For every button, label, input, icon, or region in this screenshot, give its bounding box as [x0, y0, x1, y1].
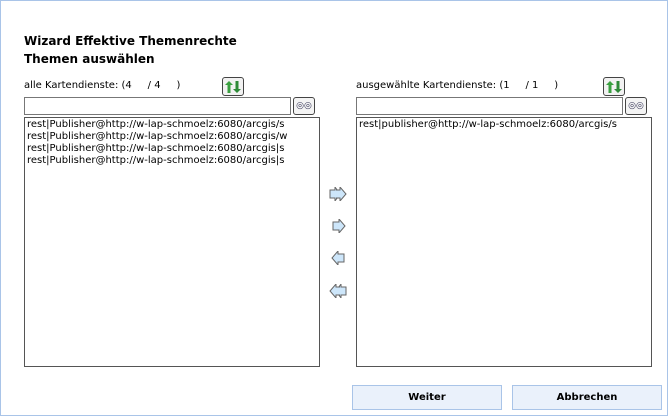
arrow-left-icon: [331, 251, 345, 265]
list-item[interactable]: rest|Publisher@http://w-lap-schmoelz:608…: [27, 155, 317, 167]
wizard-title: Wizard Effektive Themenrechte: [24, 34, 237, 48]
sort-selected-button[interactable]: [603, 77, 625, 96]
arrow-right-icon: [332, 219, 346, 233]
selected-services-list[interactable]: rest|publisher@http://w-lap-schmoelz:608…: [356, 117, 652, 367]
cancel-button[interactable]: Abbrechen: [512, 385, 662, 410]
search-all-button[interactable]: ◎◎: [293, 97, 315, 115]
binoculars-icon: ◎◎: [628, 101, 644, 111]
double-arrow-right-icon: [329, 187, 347, 201]
move-right-button[interactable]: [329, 216, 349, 236]
sort-icon: [225, 80, 241, 93]
selected-services-label: ausgewählte Kartendienste: (1 / 1 ): [356, 80, 559, 91]
list-item[interactable]: rest|Publisher@http://w-lap-schmoelz:608…: [27, 143, 317, 155]
search-selected-button[interactable]: ◎◎: [625, 97, 647, 115]
wizard-subtitle: Themen auswählen: [24, 52, 155, 66]
list-item[interactable]: rest|Publisher@http://w-lap-schmoelz:608…: [27, 119, 317, 131]
next-button[interactable]: Weiter: [352, 385, 502, 410]
all-services-label: alle Kartendienste: (4 / 4 ): [24, 80, 181, 91]
list-item[interactable]: rest|publisher@http://w-lap-schmoelz:608…: [359, 119, 649, 131]
double-arrow-left-icon: [329, 284, 347, 298]
binoculars-icon: ◎◎: [296, 101, 312, 111]
list-item[interactable]: rest|Publisher@http://w-lap-schmoelz:608…: [27, 131, 317, 143]
all-services-list[interactable]: rest|Publisher@http://w-lap-schmoelz:608…: [24, 117, 320, 367]
move-all-left-button[interactable]: [328, 281, 348, 301]
move-all-right-button[interactable]: [328, 184, 348, 204]
move-left-button[interactable]: [328, 248, 348, 268]
selected-services-search-input[interactable]: [356, 97, 623, 115]
sort-icon: [606, 80, 622, 93]
all-services-search-input[interactable]: [24, 97, 291, 115]
sort-all-button[interactable]: [222, 77, 244, 96]
